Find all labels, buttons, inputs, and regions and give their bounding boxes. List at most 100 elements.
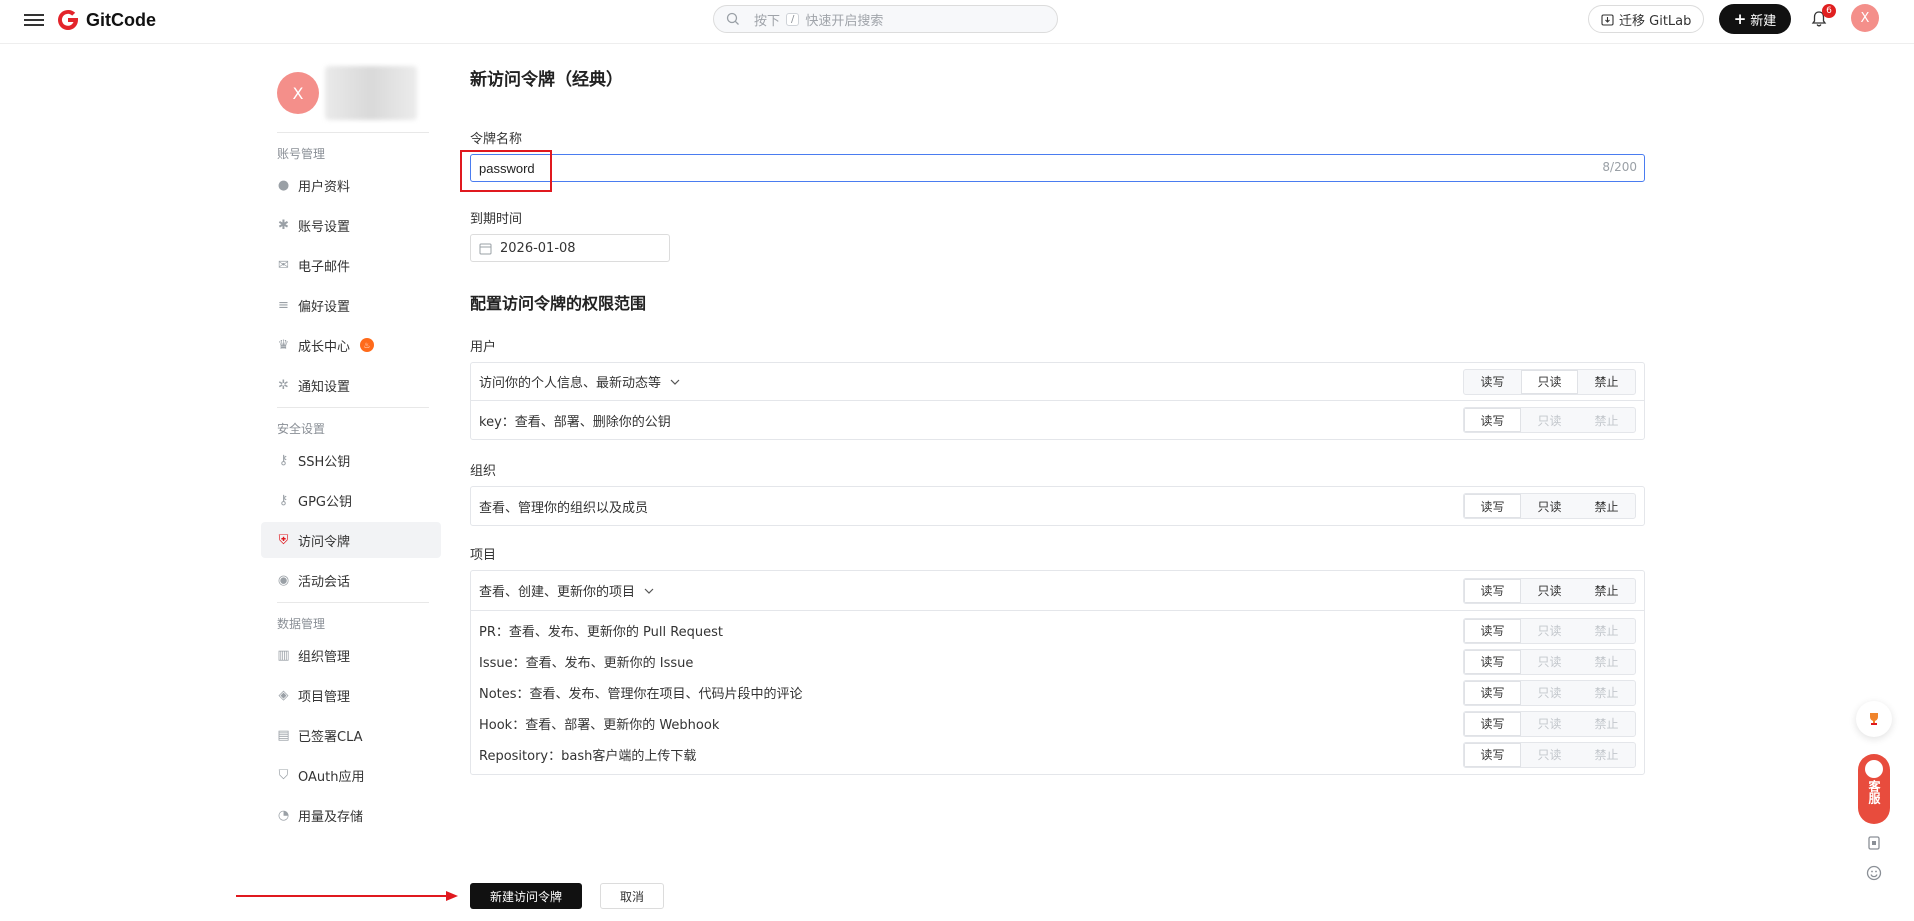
sidebar-item[interactable]: ▤ 已签署CLA (261, 717, 441, 753)
token-name-input[interactable] (470, 154, 1645, 182)
growth-trophy-button[interactable] (1856, 701, 1892, 737)
sidebar-item-label: OAuth应用 (298, 769, 365, 785)
permission-row: Notes：查看、发布、管理你在项目、代码片段中的评论 读写 只读 禁止 (471, 677, 1644, 708)
headset-icon (1865, 760, 1883, 778)
permission-option-button[interactable]: 读写 (1464, 742, 1521, 767)
permission-option-button: 禁止 (1594, 655, 1619, 669)
cancel-button[interactable]: 取消 (600, 883, 664, 909)
create-new-button[interactable]: + 新建 (1719, 4, 1791, 34)
sidebar-item[interactable]: ▥ 组织管理 (261, 637, 441, 673)
permission-option-button[interactable]: 禁止 (1578, 494, 1635, 518)
permission-option-button[interactable]: 禁止 (1578, 579, 1635, 603)
user-avatar[interactable]: X (1851, 4, 1879, 32)
permission-description-text: 查看、管理你的组织以及成员 (479, 500, 649, 516)
permission-option-button: 只读 (1537, 686, 1562, 700)
token-form: 新访问令牌（经典） 令牌名称 8/200 到期时间 2026-01-08 配置访… (460, 70, 1645, 775)
migrate-gitlab-label: 迁移 GitLab (1619, 13, 1692, 29)
sidebar-item-label: 项目管理 (298, 689, 351, 705)
chevron-down-icon[interactable] (643, 585, 655, 597)
calendar-icon (479, 243, 492, 254)
sidebar-profile: X (261, 60, 441, 132)
permission-description: 访问你的个人信息、最新动态等 (479, 372, 681, 391)
shield-icon: ⛨ (278, 532, 289, 548)
search-icon (726, 12, 739, 25)
sidebar-item[interactable]: ⚷ GPG公钥 (261, 482, 441, 518)
permission-option-button: 禁止 (1594, 748, 1619, 762)
permission-row: Repository：bash客户端的上传下载 读写 只读 禁止 (471, 739, 1644, 770)
permission-option-button: 禁止 (1594, 686, 1619, 700)
sidebar-item[interactable]: ⚷ SSH公钥 (261, 442, 441, 478)
permission-segmented-control: 读写 只读 禁止 (1463, 577, 1636, 604)
token-name-counter: 8/200 (1602, 160, 1637, 174)
permission-option-button[interactable]: 只读 (1521, 579, 1578, 603)
sidebar-item-label: 活动会话 (298, 574, 351, 590)
sidebar-item[interactable]: ◔ 用量及存储 (261, 797, 441, 833)
sidebar-item[interactable]: ✉ 电子邮件 (261, 247, 441, 283)
sidebar-item-label: 通知设置 (298, 379, 351, 395)
smiley-icon[interactable] (1866, 865, 1882, 881)
permission-option-button[interactable]: 读写 (1464, 370, 1521, 394)
permission-option-button[interactable]: 读写 (1464, 649, 1521, 674)
form-actions: 新建访问令牌 取消 (470, 883, 664, 909)
permission-segmented-control: 读写 只读 禁止 (1463, 493, 1636, 519)
gear-icon: ✱ (278, 217, 289, 233)
sidebar-item[interactable]: ♛ 成长中心 ♨ (261, 327, 441, 363)
permission-description: Repository：bash客户端的上传下载 (479, 745, 696, 764)
permission-option-button[interactable]: 读写 (1464, 494, 1521, 518)
permission-table: 查看、创建、更新你的项目 读写 只读 禁止 PR：查看、发布、更新你的 Pull Req… (470, 570, 1645, 775)
sidebar-item[interactable]: ✱ 账号设置 (261, 207, 441, 243)
permission-option-button[interactable]: 只读 (1521, 494, 1578, 518)
sidebar-item-label: 偏好设置 (298, 299, 351, 315)
migrate-gitlab-button[interactable]: 迁移 GitLab (1588, 5, 1705, 33)
permission-group-title: 项目 (470, 548, 497, 563)
permission-option-button[interactable]: 只读 (1521, 369, 1578, 394)
sidebar-item[interactable]: ◈ 项目管理 (261, 677, 441, 713)
sidebar-item-label: 账号设置 (298, 219, 351, 235)
permission-description-text: 访问你的个人信息、最新动态等 (479, 376, 662, 391)
permission-option-button[interactable]: 读写 (1464, 618, 1521, 643)
chevron-down-icon[interactable] (669, 376, 681, 388)
bell-gear-icon: ✲ (278, 377, 289, 393)
expiry-date-value: 2026-01-08 (500, 240, 576, 256)
signal-icon: ◉ (277, 572, 290, 588)
sidebar-item[interactable]: ● 用户资料 (261, 167, 441, 203)
permission-option-button[interactable]: 读写 (1464, 711, 1521, 736)
sidebar-group-title: 数据管理 (277, 617, 326, 631)
trophy-icon (1870, 713, 1878, 725)
customer-service-button[interactable]: 客服 (1858, 754, 1890, 824)
mail-icon: ✉ (278, 257, 289, 273)
create-new-label: 新建 (1750, 13, 1777, 29)
settings-sidebar: X 账号管理 ● 用户资料 ✱ 账号设置 ✉ 电子邮件 ≡ 偏好设置 ♛ 成长中心 ♨ ✲ 通知设置 安全设… (261, 60, 441, 837)
bookmark-icon[interactable] (1866, 835, 1882, 851)
menu-icon[interactable] (24, 11, 44, 31)
sidebar-item-label: 已签署CLA (298, 729, 363, 745)
permission-option-button: 禁止 (1594, 624, 1619, 638)
permission-option-button[interactable]: 禁止 (1578, 370, 1635, 394)
gitcode-logo[interactable]: GitCode (56, 8, 156, 32)
permission-option-button[interactable]: 读写 (1464, 408, 1521, 432)
permission-description: 查看、创建、更新你的项目 (479, 581, 655, 600)
sidebar-item-label: SSH公钥 (298, 454, 351, 470)
sidebar-item[interactable]: ✲ 通知设置 (261, 367, 441, 403)
sidebar-item-label: 用量及存储 (298, 809, 364, 825)
sidebar-item[interactable]: ◉ 活动会话 (261, 562, 441, 598)
permission-segmented-control: 读写 只读 禁止 (1463, 710, 1636, 737)
expiry-date-picker[interactable]: 2026-01-08 (470, 234, 670, 262)
create-token-button[interactable]: 新建访问令牌 (470, 883, 582, 909)
permission-option-button[interactable]: 读写 (1464, 578, 1521, 603)
sidebar-item[interactable]: ⛉ OAuth应用 (261, 757, 441, 793)
permission-description: Notes：查看、发布、管理你在项目、代码片段中的评论 (479, 683, 803, 702)
permission-description: Hook：查看、部署、更新你的 Webhook (479, 714, 719, 733)
permission-row: 访问你的个人信息、最新动态等 读写 只读 禁止 (471, 363, 1644, 401)
global-search-input[interactable]: 按下 / 快速开启搜索 (713, 5, 1058, 33)
sidebar-item[interactable]: ⛨ 访问令牌 (261, 522, 441, 558)
sidebar-avatar[interactable]: X (277, 72, 319, 114)
permission-table: 访问你的个人信息、最新动态等 读写 只读 禁止 key：查看、部署、删除你的公钥 读写 只读… (470, 362, 1645, 440)
trophy-icon: ♛ (277, 337, 290, 353)
sidebar-item[interactable]: ≡ 偏好设置 (261, 287, 441, 323)
permission-option-button[interactable]: 读写 (1464, 680, 1521, 705)
permission-segmented-control: 读写 只读 禁止 (1463, 617, 1636, 644)
key-icon: ⚷ (278, 492, 289, 508)
sidebar-item-label: 成长中心 (298, 339, 351, 355)
sidebar-group-title: 安全设置 (277, 422, 326, 436)
